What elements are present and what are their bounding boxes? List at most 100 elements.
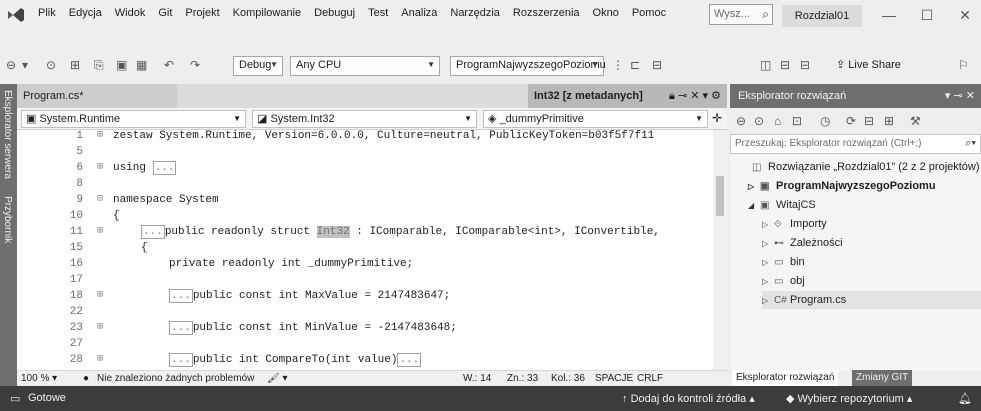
zoom-select[interactable]: 100 % ▾ (21, 373, 57, 384)
show-all-files-icon[interactable]: ⊞ (884, 114, 894, 128)
project-name-badge[interactable]: Rozdzial01 (782, 5, 862, 27)
menu-item-projekt[interactable]: Projekt (185, 6, 219, 20)
code-line[interactable]: 16 private readonly int _dummyPrimitive; (17, 258, 713, 270)
platform-select[interactable]: Any CPU ▼ (290, 56, 440, 76)
redo-icon[interactable]: ↷ (190, 58, 200, 72)
collapsed-region[interactable]: ... (141, 225, 165, 239)
collapsed-region[interactable]: ... (169, 321, 193, 335)
pin-icon[interactable]: ⊸ (954, 90, 963, 102)
expand-icon[interactable]: ⊞ (97, 354, 103, 366)
browser-link-icon[interactable]: ⊏ (630, 58, 640, 72)
server-explorer-tab[interactable]: Eksplorator serwera (2, 90, 13, 179)
tab-git-changes[interactable]: Zmiany GIT (852, 370, 913, 386)
menu-item-rozszerzenia[interactable]: Rozszerzenia (513, 6, 580, 20)
code-line[interactable]: 8 (17, 178, 713, 190)
expand-icon[interactable]: ⊞ (97, 322, 103, 334)
expand-icon[interactable]: ⊞ (97, 162, 103, 174)
type-select[interactable]: ◪ System.Int32 ▼ (252, 110, 477, 128)
switch-views-icon[interactable]: ⊡ (792, 114, 802, 128)
whitespace-mode[interactable]: SPACJE (595, 373, 633, 384)
member-select[interactable]: ◈ _dummyPrimitive ▼ (483, 110, 708, 128)
menu-item-debuguj[interactable]: Debuguj (314, 6, 355, 20)
tab-program-cs[interactable]: Program.cs* (17, 84, 177, 108)
expander-icon[interactable]: ▷ (748, 178, 760, 196)
menu-item-edycja[interactable]: Edycja (69, 6, 102, 20)
bookmark-icon[interactable]: ◫ (760, 58, 771, 72)
live-share-button[interactable]: ⇪ Live Share (836, 58, 901, 71)
code-line[interactable]: 6 ⊞ using ... (17, 161, 713, 175)
minimize-button[interactable]: — (874, 4, 904, 26)
maximize-button[interactable]: ☐ (912, 4, 942, 26)
char-number[interactable]: Zn.: 33 (507, 373, 538, 384)
split-editor-icon[interactable]: ✛ (712, 111, 722, 125)
close-icon[interactable]: ✕ (966, 90, 975, 102)
back-icon[interactable]: ⊖ (6, 58, 16, 72)
code-line[interactable]: 17 (17, 274, 713, 286)
code-line[interactable]: 27 (17, 338, 713, 350)
collapsed-region[interactable]: ... (169, 289, 193, 303)
save-icon[interactable]: ▣ (116, 58, 127, 72)
menu-item-analiza[interactable]: Analiza (401, 6, 437, 20)
pin-icon[interactable]: ⊸ (678, 90, 687, 102)
search-box[interactable]: Wysz... ⌕ (709, 4, 773, 25)
settings-icon[interactable]: ⚙ (711, 90, 721, 102)
column-number[interactable]: Kol.: 36 (551, 373, 585, 384)
scrollbar-thumb[interactable] (716, 176, 724, 216)
menu-item-git[interactable]: Git (158, 6, 172, 20)
bookmark-prev-icon[interactable]: ⊟ (780, 58, 790, 72)
tree-item[interactable]: ▷ ▭ bin (762, 253, 981, 271)
collapsed-region[interactable]: ... (397, 353, 422, 367)
tree-item[interactable]: ◫ Rozwiązanie „Rozdzial01” (2 z 2 projekt… (740, 158, 981, 176)
menu-item-kompilowanie[interactable]: Kompilowanie (233, 6, 301, 20)
chevron-down-icon[interactable]: ▾ (945, 90, 951, 102)
back-icon[interactable]: ⊖ (736, 114, 746, 128)
code-line[interactable]: 18 ⊞... public const int MaxValue = 214748… (17, 289, 713, 303)
expand-icon[interactable]: ⊞ (97, 290, 103, 302)
bookmark-next-icon[interactable]: ⊟ (800, 58, 810, 72)
code-line[interactable]: 9 ⊟ namespace System (17, 194, 713, 206)
code-line[interactable]: 10 { (17, 210, 713, 222)
assembly-select[interactable]: ▣ System.Runtime ▼ (21, 110, 246, 128)
sync-icon[interactable]: ⟳ (846, 114, 856, 128)
menu-item-widok[interactable]: Widok (115, 6, 146, 20)
message-icon[interactable]: ▭ (10, 392, 20, 405)
undo-icon[interactable]: ↶ (164, 58, 174, 72)
forward-icon[interactable]: ⊙ (754, 114, 764, 128)
open-file-icon[interactable]: ⎘ (94, 58, 104, 73)
health-icon[interactable]: ● (83, 373, 89, 384)
expander-icon[interactable]: ▷ (762, 292, 774, 310)
nav-icon[interactable]: ⊙ (46, 58, 56, 72)
add-source-control-button[interactable]: ↑ Dodaj do kontroli źródła ▴ (622, 392, 755, 405)
menu-item-pomoc[interactable]: Pomoc (632, 6, 666, 20)
hot-reload-icon[interactable]: ⊟ (652, 58, 662, 72)
configuration-select[interactable]: Debug ▼ (233, 56, 283, 76)
menu-item-okno[interactable]: Okno (593, 6, 619, 20)
code-line[interactable]: 11 ⊞... public readonly struct Int32 : ICo… (17, 225, 713, 239)
expander-icon[interactable]: ◢ (748, 197, 760, 215)
tab-solution-explorer[interactable]: Eksplorator rozwiązań (732, 370, 839, 386)
tree-item[interactable]: ▷ ⟐ Importy (762, 215, 981, 233)
tree-item[interactable]: ▷ ▣ ProgramNajwyzszegoPoziomu (748, 177, 981, 195)
collapse-all-icon[interactable]: ⊟ (864, 114, 874, 128)
expander-icon[interactable]: ▷ (762, 216, 774, 234)
close-button[interactable]: ✕ (950, 4, 980, 26)
code-line[interactable]: 22 (17, 306, 713, 318)
tree-item[interactable]: ▷ ▭ obj (762, 272, 981, 290)
notifications-icon[interactable]: 🔔︎ (958, 392, 972, 405)
expand-icon[interactable]: ⊞ (97, 130, 103, 142)
menu-item-plik[interactable]: Plik (38, 6, 56, 20)
problems-status[interactable]: Nie znaleziono żadnych problemów (97, 373, 254, 384)
expander-icon[interactable]: ▷ (762, 235, 774, 253)
startup-project-select[interactable]: ProgramNajwyzszegoPoziomu ▼ (450, 56, 606, 76)
code-line[interactable]: 15 { (17, 242, 713, 254)
menu-item-test[interactable]: Test (368, 6, 388, 20)
pending-changes-icon[interactable]: ◷ (820, 114, 830, 128)
code-line[interactable]: 28 ⊞... public int CompareTo(int value)... (17, 353, 713, 367)
code-cleanup-icon[interactable]: 🖌︎ ▾ (267, 373, 288, 384)
run-options-icon[interactable]: ⋮ (612, 58, 624, 72)
collapsed-region[interactable]: ... (152, 161, 177, 175)
toolbox-tab[interactable]: Przybornik (2, 196, 13, 243)
code-line[interactable]: 23 ⊞... public const int MinValue = -21474… (17, 321, 713, 335)
select-repository-button[interactable]: ◆ Wybierz repozytorium ▴ (786, 392, 912, 405)
expand-icon[interactable]: ⊞ (97, 226, 103, 238)
